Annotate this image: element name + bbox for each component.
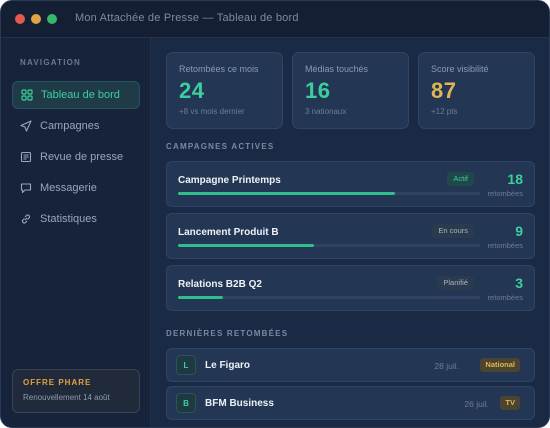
minimize-window-button[interactable] bbox=[31, 14, 41, 24]
title-bar: Mon Attachée de Presse — Tableau de bord bbox=[1, 1, 549, 38]
progress-track bbox=[178, 244, 480, 247]
stat-value: 24 bbox=[179, 78, 205, 103]
campaign-count: 18 bbox=[507, 171, 523, 187]
media-name: BFM Business bbox=[205, 398, 274, 409]
hits-heading: DERNIÈRES RETOMBÉES bbox=[166, 329, 289, 338]
newspaper-icon bbox=[20, 151, 32, 163]
list-item[interactable]: L Le Figaro 28 juil. National bbox=[166, 348, 535, 382]
offer-card[interactable]: OFFRE PHARE Renouvellement 14 août bbox=[12, 369, 140, 413]
hit-date: 26 juil. bbox=[464, 399, 489, 409]
sidebar-item-statistiques[interactable]: Statistiques bbox=[12, 205, 140, 233]
campaign-unit: retombées bbox=[487, 293, 523, 302]
campaign-count: 9 bbox=[515, 223, 523, 239]
stat-card-score: Score visibilité 87 +12 pts bbox=[418, 52, 535, 129]
offer-subtitle: Renouvellement 14 août bbox=[23, 393, 110, 402]
send-icon bbox=[20, 120, 32, 132]
stat-sub: +8 vs mois dernier bbox=[179, 107, 245, 116]
media-type-badge: TV bbox=[500, 396, 520, 410]
sidebar-item-label: Messagerie bbox=[40, 182, 97, 194]
link-icon bbox=[20, 213, 32, 225]
avatar: L bbox=[176, 355, 196, 375]
progress-fill bbox=[178, 244, 314, 247]
campaign-card[interactable]: Campagne Printemps Actif 18 retombées bbox=[166, 161, 535, 207]
progress-track bbox=[178, 296, 480, 299]
campaigns-heading: CAMPAGNES ACTIVES bbox=[166, 142, 275, 151]
campaign-card[interactable]: Relations B2B Q2 Planifié 3 retombées bbox=[166, 265, 535, 311]
campaign-unit: retombées bbox=[487, 241, 523, 250]
list-item[interactable]: B BFM Business 26 juil. TV bbox=[166, 386, 535, 420]
campaign-card[interactable]: Lancement Produit B En cours 9 retombées bbox=[166, 213, 535, 259]
window-title: Mon Attachée de Presse — Tableau de bord bbox=[75, 12, 299, 24]
grid-icon bbox=[21, 89, 33, 101]
offer-title: OFFRE PHARE bbox=[23, 378, 92, 387]
sidebar-item-label: Campagnes bbox=[40, 120, 100, 132]
stat-card-retombees: Retombées ce mois 24 +8 vs mois dernier bbox=[166, 52, 283, 129]
stat-value: 87 bbox=[431, 78, 457, 103]
close-window-button[interactable] bbox=[15, 14, 25, 24]
campaign-count: 3 bbox=[515, 275, 523, 291]
sidebar-item-revue-de-presse[interactable]: Revue de presse bbox=[12, 143, 140, 171]
sidebar-item-label: Tableau de bord bbox=[41, 89, 120, 101]
campaign-name: Lancement Produit B bbox=[178, 227, 279, 238]
progress-fill bbox=[178, 192, 396, 195]
stat-label: Médias touchés bbox=[305, 64, 369, 74]
sidebar-item-label: Statistiques bbox=[40, 213, 97, 225]
sidebar: NAVIGATION Tableau de bord Campagnes Rev… bbox=[1, 38, 151, 427]
sidebar-item-tableau-de-bord[interactable]: Tableau de bord bbox=[12, 81, 140, 109]
avatar: B bbox=[176, 393, 196, 413]
stat-card-medias: Médias touchés 16 3 nationaux bbox=[292, 52, 409, 129]
stat-value: 16 bbox=[305, 78, 331, 103]
campaign-name: Relations B2B Q2 bbox=[178, 279, 262, 290]
progress-fill bbox=[178, 296, 224, 299]
chat-icon bbox=[20, 182, 32, 194]
campaign-unit: retombées bbox=[487, 189, 523, 198]
sidebar-item-campagnes[interactable]: Campagnes bbox=[12, 112, 140, 140]
status-badge: Actif bbox=[447, 172, 474, 186]
stat-label: Retombées ce mois bbox=[179, 64, 259, 74]
progress-track bbox=[178, 192, 480, 195]
campaign-name: Campagne Printemps bbox=[178, 175, 281, 186]
maximize-window-button[interactable] bbox=[47, 14, 57, 24]
main-content: Retombées ce mois 24 +8 vs mois dernier … bbox=[152, 38, 549, 427]
status-badge: Planifié bbox=[437, 276, 474, 290]
status-badge: En cours bbox=[432, 224, 474, 238]
sidebar-item-label: Revue de presse bbox=[40, 151, 124, 163]
app-window: Mon Attachée de Presse — Tableau de bord… bbox=[0, 0, 550, 428]
media-type-badge: National bbox=[480, 358, 520, 372]
sidebar-item-messagerie[interactable]: Messagerie bbox=[12, 174, 140, 202]
stat-sub: 3 nationaux bbox=[305, 107, 347, 116]
hit-date: 28 juil. bbox=[434, 361, 459, 371]
stat-label: Score visibilité bbox=[431, 64, 489, 74]
nav-heading: NAVIGATION bbox=[20, 58, 82, 67]
media-name: Le Figaro bbox=[205, 360, 251, 371]
stat-sub: +12 pts bbox=[431, 107, 458, 116]
